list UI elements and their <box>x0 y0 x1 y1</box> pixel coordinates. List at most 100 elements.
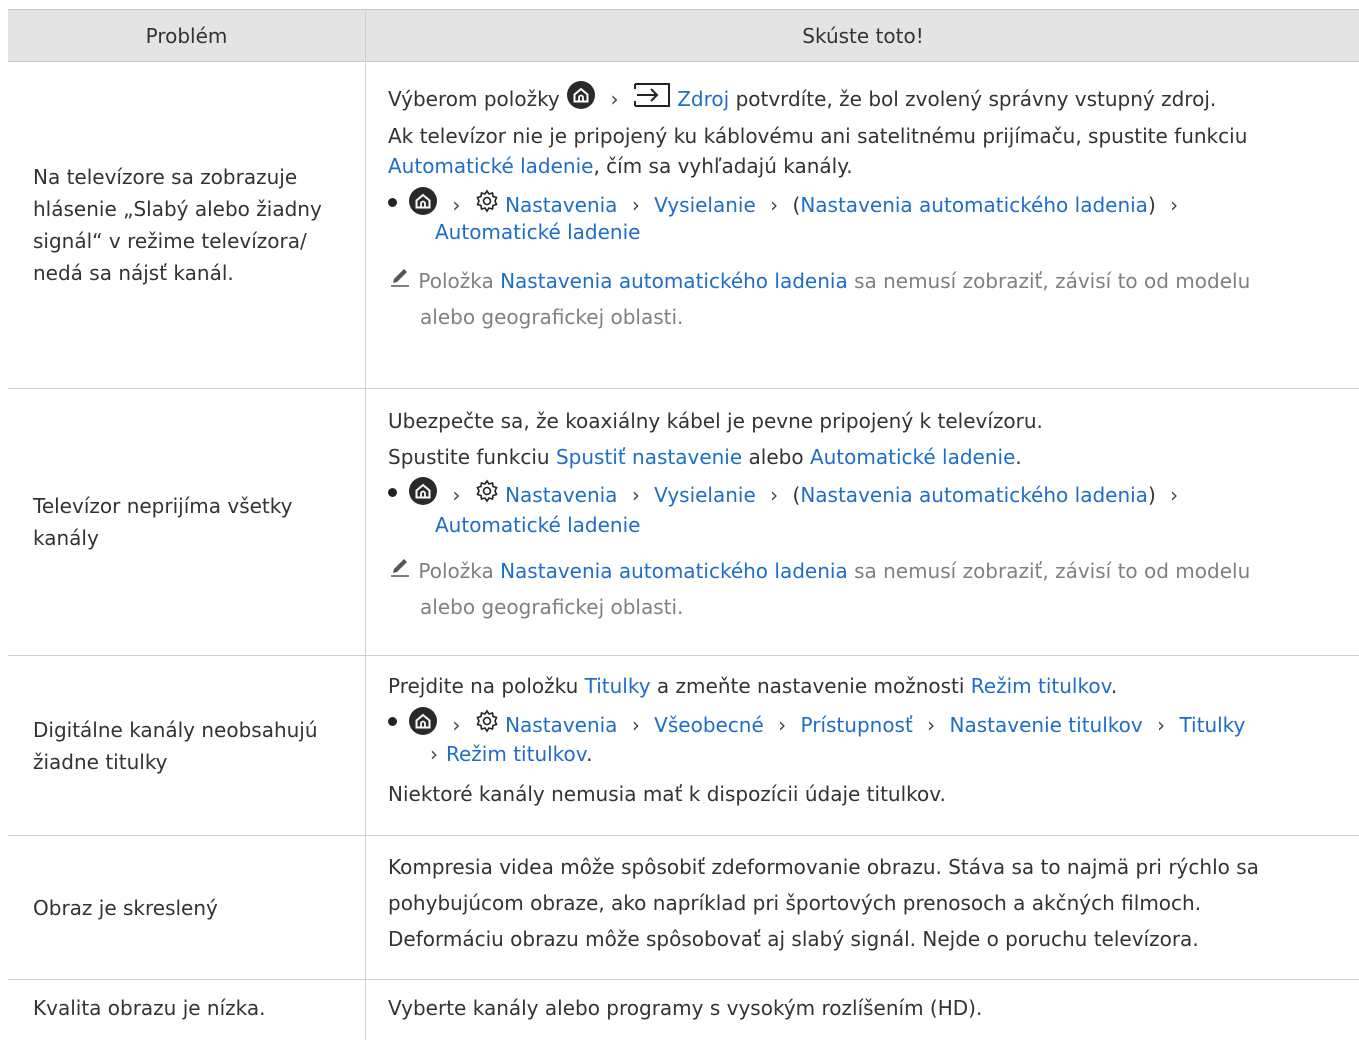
source-link[interactable]: Zdroj <box>677 87 729 111</box>
menu-path-cont: Automatické ladenie <box>435 218 640 246</box>
text: alebo <box>748 445 804 469</box>
auto-tuning-link[interactable]: Automatické ladenie <box>435 513 640 537</box>
note-line: Položka Nastavenia automatického ladenia… <box>388 267 1250 298</box>
table-row: Digitálne kanály neobsahujú žiadne titul… <box>8 656 1359 836</box>
solution-cell: Výberom položky › Zdroj potvrdíte, že bo… <box>365 62 1359 388</box>
problem-text: Televízor neprijíma všetky kanály <box>33 494 293 550</box>
note-line: Položka Nastavenia automatického ladenia… <box>388 557 1250 588</box>
solution-cell: Vyberte kanály alebo programy s vysokým … <box>365 980 1359 1040</box>
auto-tuning-settings-link[interactable]: Nastavenia automatického ladenia <box>500 269 848 293</box>
problem-text: Obraz je skreslený <box>33 895 218 920</box>
table-row: Televízor neprijíma všetky kanály Ubezpe… <box>8 389 1359 656</box>
solution-line: Kompresia videa môže spôsobiť zdeformova… <box>388 855 1259 879</box>
solution-line: Vyberte kanály alebo programy s vysokým … <box>388 996 983 1020</box>
subtitle-mode-link[interactable]: Režim titulkov <box>446 742 586 766</box>
note-text: Položka <box>418 559 494 583</box>
solution-line: Výberom položky › Zdroj potvrdíte, že bo… <box>388 81 1217 119</box>
problem-text: Kvalita obrazu je nízka. <box>33 996 266 1020</box>
text: . <box>586 742 593 766</box>
problem-cell: Digitálne kanály neobsahujú žiadne titul… <box>8 656 365 835</box>
chevron-right-icon: › <box>770 483 779 507</box>
chevron-right-icon: › <box>631 713 640 737</box>
note-line: alebo geografickej oblasti. <box>420 305 684 329</box>
auto-tuning-settings-link[interactable]: Nastavenia automatického ladenia <box>800 483 1148 507</box>
general-link[interactable]: Všeobecné <box>654 713 764 737</box>
text: . <box>1110 674 1118 698</box>
bullet <box>388 717 397 726</box>
chevron-right-icon: › <box>610 87 619 111</box>
solution-cell: Prejdite na položku Titulky a zmeňte nas… <box>365 656 1359 835</box>
chevron-right-icon: › <box>452 483 461 507</box>
menu-path-cont: Automatické ladenie <box>435 511 640 539</box>
settings-link[interactable]: Nastavenia <box>505 193 617 217</box>
pencil-note-icon <box>388 265 412 296</box>
auto-tuning-link[interactable]: Automatické ladenie <box>435 220 640 244</box>
chevron-right-icon: › <box>631 193 640 217</box>
solution-line: Ak televízor nie je pripojený ku káblové… <box>388 124 1248 148</box>
caption-settings-link[interactable]: Nastavenie titulkov <box>950 713 1143 737</box>
solution-line: Spustite funkciu Spustiť nastavenie aleb… <box>388 443 1022 471</box>
solution-cell: Kompresia videa môže spôsobiť zdeformova… <box>365 836 1359 979</box>
menu-path-cont: › Režim titulkov. <box>408 740 592 768</box>
chevron-right-icon: › <box>631 483 640 507</box>
auto-tuning-settings-link[interactable]: Nastavenia automatického ladenia <box>800 193 1148 217</box>
solution-line: Prejdite na položku Titulky a zmeňte nas… <box>388 672 1117 700</box>
auto-tuning-link[interactable]: Automatické ladenie <box>810 445 1015 469</box>
problem-cell: Televízor neprijíma všetky kanály <box>8 389 365 655</box>
settings-link[interactable]: Nastavenia <box>505 483 617 507</box>
settings-link[interactable]: Nastavenia <box>505 713 617 737</box>
note-text: Položka <box>418 269 494 293</box>
header-solution: Skúste toto! <box>365 10 1359 63</box>
pencil-note-icon <box>388 555 412 586</box>
solution-line: pohybujúcom obraze, ako napríklad pri šp… <box>388 891 1202 915</box>
note-line: alebo geografickej oblasti. <box>420 595 684 619</box>
subtitles-link[interactable]: Titulky <box>1179 713 1245 737</box>
source-icon <box>633 82 671 115</box>
start-setup-link[interactable]: Spustiť nastavenie <box>556 445 742 469</box>
bullet <box>388 198 397 207</box>
table-row: Obraz je skreslený Kompresia videa môže … <box>8 836 1359 980</box>
solution-cell: Ubezpečte sa, že koaxiálny kábel je pevn… <box>365 389 1359 655</box>
problem-cell: Obraz je skreslený <box>8 836 365 979</box>
broadcasting-link[interactable]: Vysielanie <box>654 193 756 217</box>
text: Prejdite na položku <box>388 674 579 698</box>
accessibility-link[interactable]: Prístupnosť <box>801 713 913 737</box>
table-row: Na televízore sa zobrazuje hlásenie „Sla… <box>8 62 1359 389</box>
subtitles-link[interactable]: Titulky <box>585 674 651 698</box>
text: a zmeňte nastavenie možnosti <box>656 674 965 698</box>
note-text: sa nemusí zobraziť, závisí to od modelu <box>854 269 1251 293</box>
problem-text: Digitálne kanály neobsahujú žiadne titul… <box>33 717 318 774</box>
text: , čím sa vyhľadajú kanály. <box>593 154 853 178</box>
auto-tuning-settings-link[interactable]: Nastavenia automatického ladenia <box>500 559 848 583</box>
troubleshooting-table: Problém Skúste toto! Na televízore sa zo… <box>8 9 1359 1040</box>
gear-icon <box>475 189 499 220</box>
chevron-right-icon: › <box>1170 193 1179 217</box>
chevron-right-icon: › <box>430 742 438 766</box>
note-text: sa nemusí zobraziť, závisí to od modelu <box>854 559 1251 583</box>
chevron-right-icon: › <box>927 713 936 737</box>
gear-icon <box>475 709 499 740</box>
home-icon <box>408 186 438 223</box>
problem-cell: Na televízore sa zobrazuje hlásenie „Sla… <box>8 62 365 388</box>
problem-cell: Kvalita obrazu je nízka. <box>8 980 365 1040</box>
table-header: Problém Skúste toto! <box>8 9 1359 63</box>
chevron-right-icon: › <box>452 713 461 737</box>
solution-line: Deformáciu obrazu môže spôsobovať aj sla… <box>388 927 1199 951</box>
home-icon <box>408 476 438 513</box>
header-problem: Problém <box>145 24 228 48</box>
auto-tuning-link[interactable]: Automatické ladenie <box>388 154 593 178</box>
chevron-right-icon: › <box>1157 713 1166 737</box>
subtitle-mode-link[interactable]: Režim titulkov <box>971 674 1111 698</box>
paren: ) <box>1147 483 1156 507</box>
menu-path: › Nastavenia › Vysielanie › (Nastavenia … <box>408 476 1186 515</box>
text: . <box>1015 445 1022 469</box>
solution-line: Niektoré kanály nemusia mať k dispozícii… <box>388 782 946 806</box>
home-icon <box>408 706 438 743</box>
solution-line: Ubezpečte sa, že koaxiálny kábel je pevn… <box>388 409 1043 433</box>
broadcasting-link[interactable]: Vysielanie <box>654 483 756 507</box>
text: potvrdíte, že bol zvolený správny vstupn… <box>735 87 1217 111</box>
paren: ) <box>1147 193 1156 217</box>
text: Spustite funkciu <box>388 445 550 469</box>
problem-text: Na televízore sa zobrazuje hlásenie „Sla… <box>33 165 322 285</box>
solution-line: Automatické ladenie, čím sa vyhľadajú ka… <box>388 152 853 180</box>
